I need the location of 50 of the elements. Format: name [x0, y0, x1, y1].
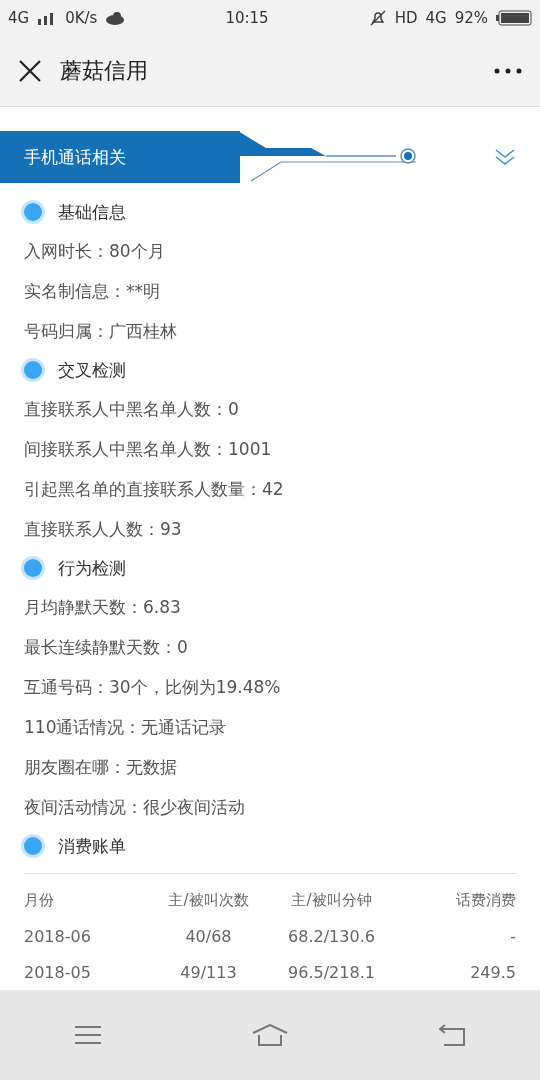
- info-line: 110通话情况：无通话记录: [23, 716, 228, 739]
- column-header: 月份: [24, 890, 55, 910]
- column-header: 话费消费: [455, 890, 516, 910]
- table-cell-text: 40/68: [184, 926, 233, 946]
- close-icon[interactable]: [18, 59, 42, 83]
- info-line: 直接联系人人数：93: [23, 518, 183, 541]
- group-title: 基础信息: [58, 200, 126, 224]
- group-title: 消费账单: [58, 834, 126, 858]
- table-cell-text: 249.5: [469, 962, 516, 982]
- column-header: 主/被叫分钟: [290, 890, 373, 910]
- info-line: 月均静默天数：6.83: [23, 596, 182, 619]
- battery-icon: [496, 10, 532, 26]
- clock: 10:15: [225, 9, 269, 27]
- info-line: 互通号码：30个，比例为19.48%: [23, 676, 282, 699]
- info-line: 夜间活动情况：很少夜间活动: [23, 796, 246, 819]
- bullet-dot-icon: [24, 203, 42, 221]
- cloud-icon: [105, 11, 126, 25]
- info-line: 最长连续静默天数：0: [23, 636, 189, 659]
- table-cell-text: -: [509, 926, 516, 946]
- menu-icon[interactable]: [75, 1025, 102, 1045]
- battery-label: 92%: [454, 9, 488, 27]
- table-cell-text: 2018-05: [24, 962, 92, 982]
- info-line: 引起黑名单的直接联系人数量：42: [23, 478, 285, 501]
- group-title: 交叉检测: [58, 358, 126, 382]
- section-banner: 手机通话相关: [0, 131, 240, 183]
- info-line: 实名制信息：**明: [23, 280, 161, 303]
- hd-label: HD: [394, 9, 418, 27]
- info-line: 直接联系人中黑名单人数：0: [23, 398, 240, 421]
- page-title: 蘑菇信用: [60, 57, 149, 85]
- bullet-dot-icon: [24, 559, 42, 577]
- info-line: 号码归属：广西桂林: [23, 320, 178, 343]
- more-icon[interactable]: [494, 68, 522, 74]
- info-line: 朋友圈在哪：无数据: [23, 756, 178, 779]
- bullet-dot-icon: [24, 361, 42, 379]
- network-label: 4G: [425, 9, 447, 27]
- home-icon[interactable]: [252, 1024, 288, 1046]
- back-icon[interactable]: [438, 1024, 465, 1046]
- bell-muted-icon: [368, 9, 387, 27]
- table-cell-text: 49/113: [179, 962, 238, 982]
- table-cell-text: 2018-06: [24, 926, 92, 946]
- group-title: 行为检测: [58, 556, 126, 580]
- network-label: 4G: [8, 9, 30, 27]
- chevron-double-down-icon[interactable]: [494, 148, 516, 166]
- table-cell-text: 96.5/218.1: [287, 962, 376, 982]
- table-cell-text: 68.2/130.6: [287, 926, 376, 946]
- bullet-dot-icon: [24, 837, 42, 855]
- speed-label: 0K/s: [65, 9, 98, 27]
- column-header: 主/被叫次数: [167, 890, 250, 910]
- info-line: 间接联系人中黑名单人数：1001: [23, 438, 273, 461]
- info-line: 入网时长：80个月: [23, 240, 166, 263]
